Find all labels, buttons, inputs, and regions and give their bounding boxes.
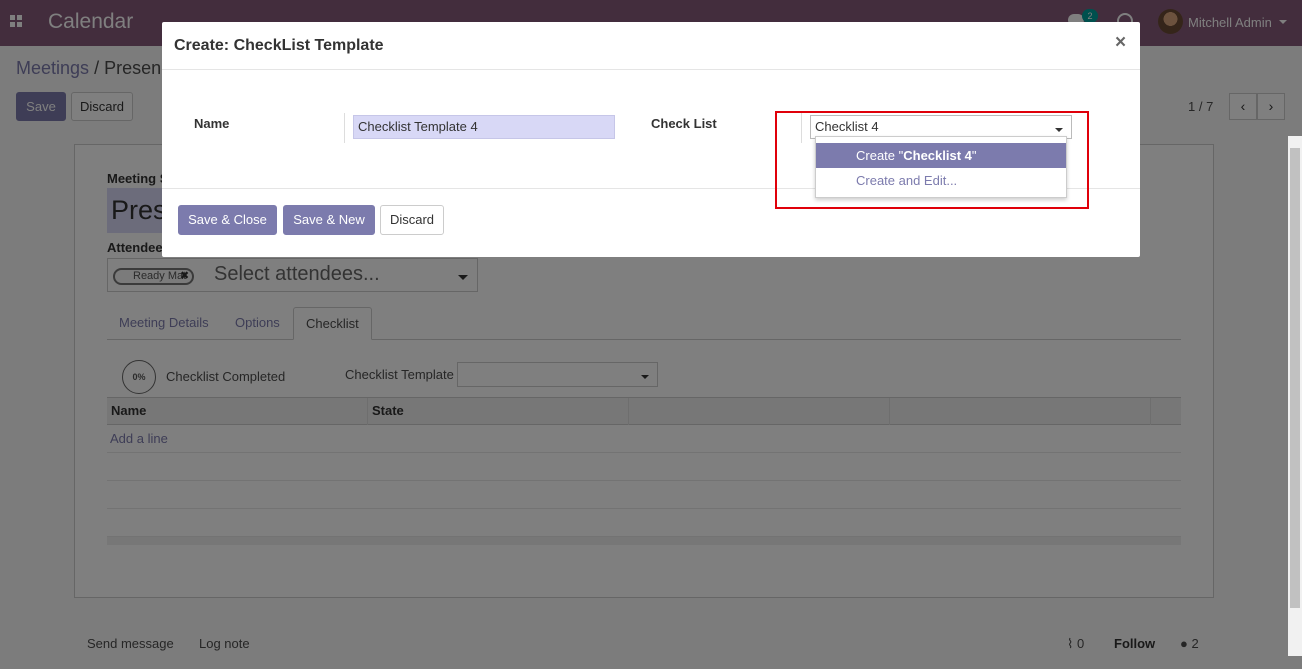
dialog-discard-button[interactable]: Discard [380, 205, 444, 235]
save-close-button[interactable]: Save & Close [178, 205, 277, 235]
create-checklist-template-dialog: Create: CheckList Template × Name Checkl… [162, 22, 1140, 257]
name-label: Name [194, 116, 230, 131]
save-new-button[interactable]: Save & New [283, 205, 375, 235]
field-separator [344, 113, 345, 143]
dialog-header-divider [162, 69, 1140, 70]
close-icon[interactable]: × [1115, 32, 1126, 54]
page-scrollbar[interactable] [1288, 136, 1302, 656]
scrollbar-thumb[interactable] [1290, 148, 1300, 608]
name-input[interactable]: Checklist Template 4 [353, 115, 615, 139]
checklist-label: Check List [651, 116, 717, 131]
dialog-title: Create: CheckList Template [174, 37, 384, 54]
highlight-annotation-box [775, 111, 1089, 209]
